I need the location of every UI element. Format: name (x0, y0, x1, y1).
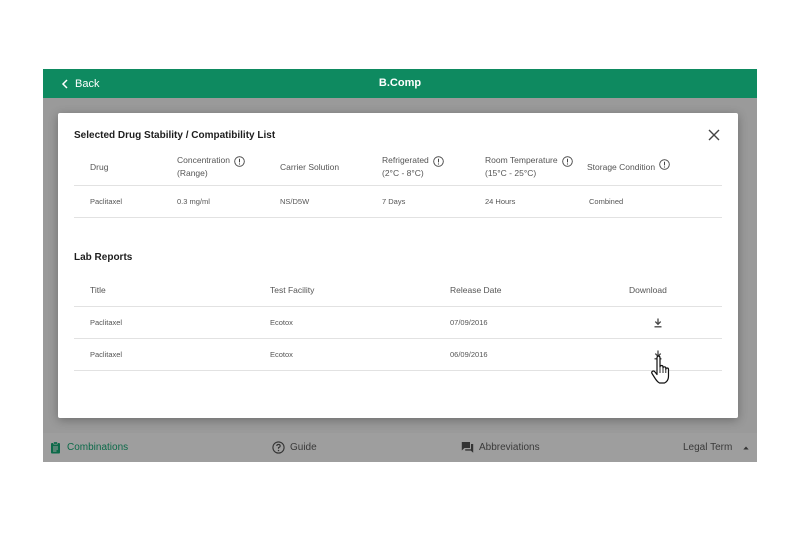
header-refrigerated: Refrigerated (2°C - 8°C) (382, 148, 444, 185)
info-icon[interactable] (659, 159, 670, 170)
cell-carrier: NS/D5W (280, 197, 310, 206)
cell-refrigerated: 7 Days (382, 197, 406, 206)
cell-release-date: 07/09/2016 (450, 318, 488, 327)
stability-header-row: Drug Concentration (Range) Carrier Soluti… (74, 148, 722, 186)
info-icon[interactable] (234, 156, 245, 167)
nav-abbreviations[interactable]: Abbreviations (461, 433, 540, 462)
cell-concentration: 0.3 mg/ml (177, 197, 210, 206)
modal-title: Selected Drug Stability / Compatibility … (74, 130, 276, 141)
info-icon[interactable] (433, 156, 444, 167)
top-bar: Back B.Comp (43, 69, 757, 98)
cell-test-facility: Ecotox (270, 350, 293, 359)
lab-reports-title: Lab Reports (74, 252, 133, 263)
nav-guide[interactable]: Guide (272, 433, 317, 462)
cell-title: Paclitaxel (90, 318, 123, 327)
header-drug: Drug (90, 161, 109, 172)
download-button[interactable] (653, 307, 663, 338)
nav-guide-label: Guide (290, 442, 317, 453)
nav-abbreviations-label: Abbreviations (479, 442, 540, 453)
header-title: Title (90, 285, 106, 295)
header-room-temperature: Room Temperature (15°C - 25°C) (485, 148, 573, 185)
chat-icon (461, 442, 474, 453)
nav-combinations[interactable]: Combinations (49, 433, 128, 462)
header-carrier: Carrier Solution (280, 161, 340, 172)
app-title: B.Comp (378, 77, 422, 89)
stability-modal: Selected Drug Stability / Compatibility … (58, 113, 738, 418)
nav-legal-label: Legal Term (683, 442, 733, 453)
header-download: Download (629, 285, 667, 295)
cell-drug: Paclitaxel (90, 197, 123, 206)
caret-up-icon (743, 445, 749, 450)
cell-release-date: 06/09/2016 (450, 350, 488, 359)
cell-storage-condition: Combined (589, 197, 624, 206)
table-row: Paclitaxel Ecotox 07/09/2016 (74, 307, 722, 339)
help-circle-icon (272, 441, 285, 454)
nav-combinations-label: Combinations (67, 442, 129, 453)
close-icon[interactable] (708, 129, 720, 141)
info-icon[interactable] (561, 156, 573, 167)
header-storage-condition: Storage Condition (587, 148, 670, 185)
hand-cursor-icon (651, 355, 670, 384)
header-test-facility: Test Facility (270, 285, 315, 295)
bottom-bar: Combinations Guide Abbreviations Legal T… (43, 433, 757, 462)
lab-header-row: Title Test Facility Release Date Downloa… (74, 274, 722, 307)
cell-room-temperature: 24 Hours (485, 197, 516, 206)
cell-title: Paclitaxel (90, 350, 123, 359)
header-release-date: Release Date (450, 285, 502, 295)
cell-test-facility: Ecotox (270, 318, 293, 327)
nav-legal-term[interactable]: Legal Term (683, 433, 751, 462)
header-concentration: Concentration (Range) (177, 148, 245, 185)
download-icon[interactable] (653, 318, 663, 328)
clipboard-icon (51, 441, 60, 454)
table-row: Paclitaxel 0.3 mg/ml NS/D5W 7 Days 24 Ho… (74, 186, 722, 218)
table-row: Paclitaxel Ecotox 06/09/2016 (74, 339, 722, 371)
